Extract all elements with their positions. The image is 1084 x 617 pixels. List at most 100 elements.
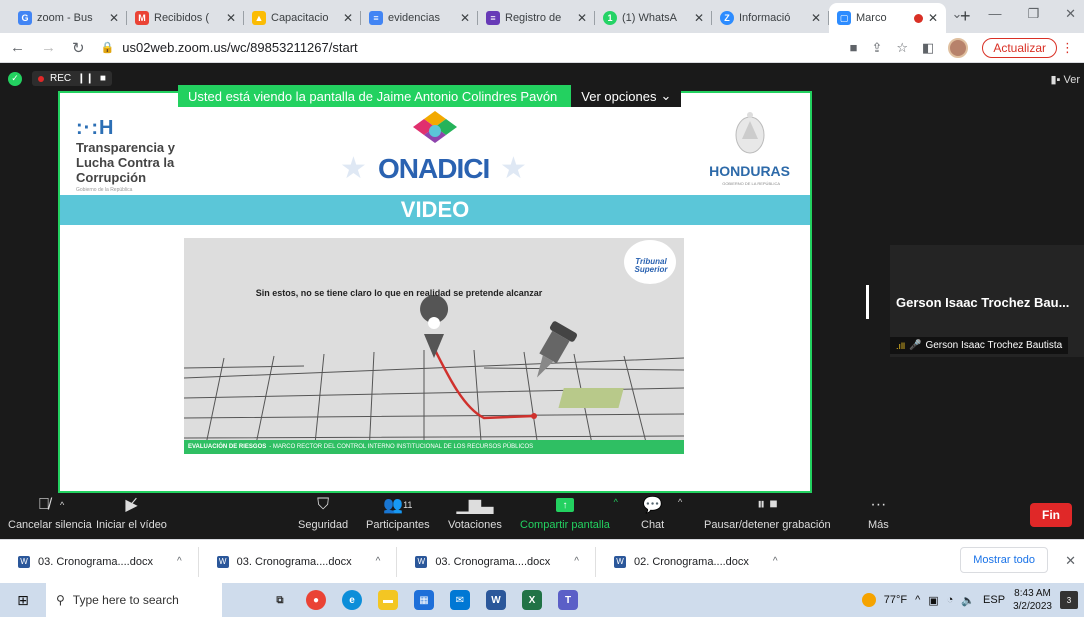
chevron-up-icon[interactable]: ^ [574, 556, 579, 567]
pause-icon[interactable]: ❙❙ [77, 73, 94, 84]
reload-icon[interactable]: ↻ [72, 39, 85, 57]
minimize-icon[interactable]: — [988, 6, 1001, 22]
record-button[interactable]: ⏸ ⏹ Pausar/detener grabación [704, 495, 831, 531]
bookmark-star-icon[interactable]: ☆ [896, 40, 908, 56]
close-icon[interactable]: ✕ [1065, 553, 1076, 569]
language-indicator[interactable]: ESP [983, 594, 1005, 606]
notifications-icon[interactable]: 3 [1060, 591, 1078, 609]
file-explorer-icon[interactable]: ▬ [378, 590, 398, 610]
system-tray: 77°F ^ ▣ ◔ 🔈 ESP 8:43 AM 3/2/2023 3 [861, 583, 1078, 617]
stop-icon[interactable]: ■ [100, 73, 106, 84]
chevron-up-icon[interactable]: ^ [773, 556, 778, 567]
mute-label: Cancelar silencia [8, 519, 92, 531]
security-label: Seguridad [298, 519, 349, 531]
word-icon[interactable]: W [486, 590, 506, 610]
url-text[interactable]: us02web.zoom.us/wc/89853211267/start [122, 40, 357, 55]
download-item[interactable]: W 02. Cronograma....docx ^ [596, 547, 794, 577]
close-icon[interactable]: ✕ [460, 11, 470, 25]
chevron-up-icon[interactable]: ^ [678, 497, 682, 507]
close-icon[interactable]: ✕ [811, 11, 821, 25]
mute-button[interactable]: 🎙̸ ^ Cancelar silencia [8, 495, 92, 531]
store-icon[interactable]: ▦ [414, 590, 434, 610]
menu-icon[interactable]: ⋮ [1061, 40, 1074, 56]
back-icon[interactable]: ← [10, 39, 25, 56]
mail-icon[interactable]: ✉ [450, 590, 470, 610]
tab-gmail[interactable]: M Recibidos ( ✕ [127, 3, 244, 33]
taskbar-apps: ⧉ ● e ▬ ▦ ✉ W X T [270, 590, 578, 610]
record-label: Pausar/detener grabación [704, 519, 831, 531]
download-item[interactable]: W 03. Cronograma....docx ^ [0, 546, 199, 577]
chrome-icon[interactable]: ● [306, 590, 326, 610]
chevron-down-icon[interactable]: ⌄ [952, 6, 963, 22]
polls-button[interactable]: ▁▆▃ Votaciones [448, 495, 502, 531]
camera-icon[interactable]: ■ [850, 40, 858, 55]
tab-forms[interactable]: ≡ Registro de ✕ [478, 3, 595, 33]
close-icon[interactable]: ✕ [343, 11, 353, 25]
browser-toolbar: ← → ↻ 🔒 us02web.zoom.us/wc/89853211267/s… [0, 33, 1084, 63]
recording-status[interactable]: REC ❙❙ ■ [32, 71, 112, 86]
tab-docs[interactable]: ≡ evidencias ✕ [361, 3, 478, 33]
chevron-up-icon[interactable]: ^ [177, 556, 182, 567]
task-view-icon[interactable]: ⧉ [270, 590, 290, 610]
tab-zoom-meeting[interactable]: ▢ Marco ✕ [829, 3, 946, 33]
footer-bold: EVALUACIÓN DE RIESGOS [188, 444, 267, 450]
participant-video-tile[interactable]: Gerson Isaac Trochez Bau... .ıll 🎤 Gerso… [866, 245, 1084, 357]
taskbar-search[interactable]: ⚲ Type here to search [46, 583, 222, 617]
show-all-button[interactable]: Mostrar todo [960, 547, 1048, 573]
address-bar[interactable]: 🔒 us02web.zoom.us/wc/89853211267/start [101, 40, 834, 55]
forward-icon[interactable]: → [41, 39, 56, 56]
downloads-bar: W 03. Cronograma....docx ^ W 03. Cronogr… [0, 539, 1084, 583]
word-doc-icon: W [18, 555, 30, 568]
side-panel-icon[interactable]: ◧ [922, 40, 934, 56]
weather-icon[interactable] [861, 593, 876, 607]
lock-icon[interactable]: 🔒 [101, 41, 115, 54]
clock[interactable]: 8:43 AM 3/2/2023 [1013, 587, 1052, 613]
close-window-icon[interactable]: ✕ [1065, 6, 1076, 22]
tab-whatsapp[interactable]: 1 (1) WhatsA ✕ [595, 3, 712, 33]
shared-screen: :·:H Transparencia y Lucha Contra la Cor… [58, 91, 812, 493]
profile-avatar[interactable] [948, 37, 969, 58]
chevron-up-icon[interactable]: ^ [614, 497, 618, 507]
close-icon[interactable]: ✕ [226, 11, 236, 25]
embedded-video-frame: Tribunal Superior Sin estos, no se tiene… [184, 238, 684, 454]
download-item[interactable]: W 03. Cronograma....docx ^ [199, 546, 398, 577]
video-footer: EVALUACIÓN DE RIESGOS - MARCO RECTOR DEL… [184, 440, 684, 454]
video-label: Iniciar el vídeo [96, 519, 167, 531]
share-screen-button[interactable]: ↑ Compartir pantalla ^ [520, 495, 618, 531]
close-icon[interactable]: ✕ [694, 11, 704, 25]
weather-temp[interactable]: 77°F [884, 594, 907, 606]
onadici-logo-text: ONADICI [378, 153, 490, 184]
end-meeting-button[interactable]: Fin [1030, 503, 1072, 527]
chevron-up-icon[interactable]: ^ [376, 556, 381, 567]
download-item[interactable]: W 03. Cronograma....docx ^ [397, 546, 596, 577]
windows-start-icon[interactable]: ⊞ [0, 583, 46, 617]
view-options-button[interactable]: Ver opciones ⌄ [571, 85, 682, 107]
network-icon[interactable]: ◔ [947, 594, 954, 606]
share-screen-icon-wrap: ↑ [555, 495, 574, 515]
close-icon[interactable]: ✕ [109, 11, 119, 25]
tab-zoom-search[interactable]: G zoom - Bus ✕ [10, 3, 127, 33]
share-icon[interactable]: ⇪ [871, 40, 882, 56]
tab-zoom-info[interactable]: Z Informació ✕ [712, 3, 829, 33]
update-button[interactable]: Actualizar [982, 37, 1057, 58]
more-button[interactable]: ··· Más [868, 495, 889, 531]
chat-button[interactable]: 💬 Chat ^ [641, 495, 682, 531]
participants-button[interactable]: 👥 11 Participantes [366, 495, 430, 531]
excel-icon[interactable]: X [522, 590, 542, 610]
start-video-button[interactable]: ▶̸ Iniciar el vídeo [96, 495, 167, 531]
edge-icon[interactable]: e [342, 590, 362, 610]
chat-icon: 💬 [642, 497, 663, 514]
close-icon[interactable]: ✕ [928, 11, 938, 25]
volume-icon[interactable]: 🔈 [961, 594, 975, 607]
security-button[interactable]: ⛉ Seguridad [298, 495, 348, 531]
maximize-icon[interactable]: ❐ [1027, 6, 1039, 22]
word-doc-icon: W [415, 555, 428, 568]
view-button[interactable]: ▮▪ Ver [1050, 73, 1080, 86]
shield-icon[interactable]: ✓ [8, 71, 22, 86]
teams-icon[interactable]: T [558, 590, 578, 610]
tray-app-icon[interactable]: ▣ [928, 594, 938, 607]
chevron-up-icon[interactable]: ^ [915, 594, 920, 606]
transparency-logo-line-3: Corrupción [76, 170, 147, 185]
tab-drive[interactable]: ▲ Capacitacio ✕ [244, 3, 361, 33]
close-icon[interactable]: ✕ [577, 11, 587, 25]
